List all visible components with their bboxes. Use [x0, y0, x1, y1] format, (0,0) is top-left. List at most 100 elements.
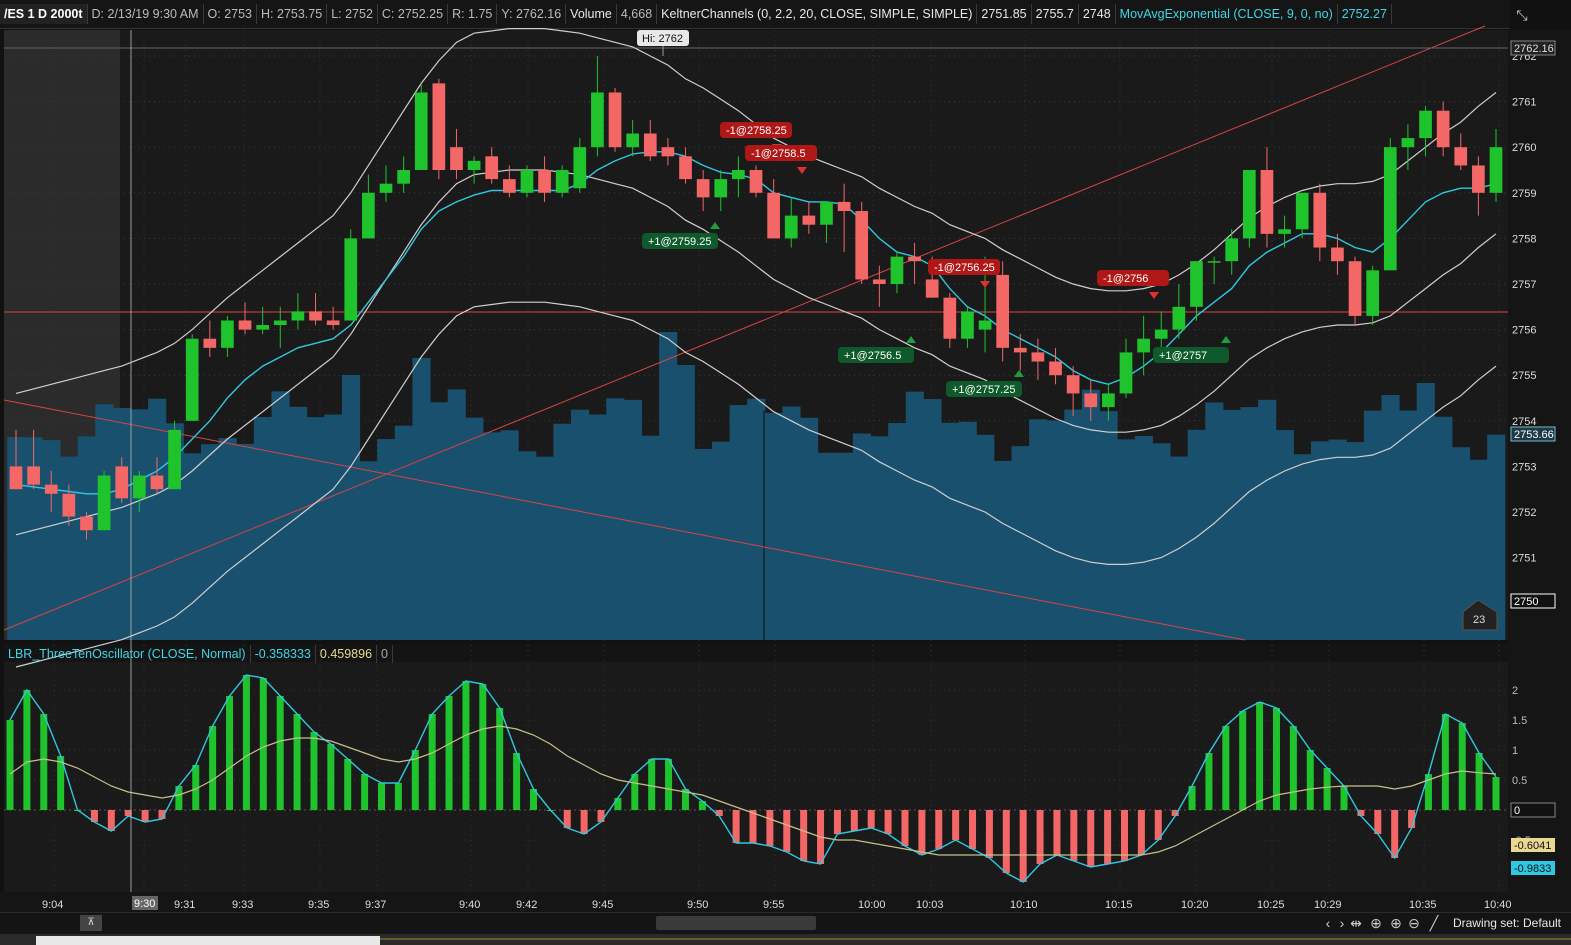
oscillator-axis-tick: 2: [1512, 685, 1518, 697]
candle-body: [397, 170, 410, 184]
volume-bar: [112, 407, 132, 640]
oscillator-bar: [1019, 810, 1027, 882]
volume-bar: [130, 409, 149, 640]
time-axis-label: 9:35: [308, 899, 329, 911]
volume-bar: [377, 439, 396, 640]
price-chart[interactable]: 2762276127602759275827572756275527542753…: [0, 0, 1571, 912]
candle-body: [44, 484, 58, 494]
oscillator-bar: [952, 810, 960, 840]
candle-body: [150, 475, 164, 490]
volume-bar: [676, 365, 695, 640]
candle-body: [802, 215, 816, 225]
oscillator-bar: [23, 690, 31, 810]
price-axis-tick: 2759: [1512, 188, 1536, 200]
scroll-start-button[interactable]: ⊼: [80, 915, 102, 931]
volume-bar: [941, 422, 960, 640]
high-label: Hi: 2762: [642, 33, 683, 45]
buy-order-label: +1@2756.5: [844, 350, 901, 362]
horizontal-scrollbar-thumb[interactable]: [656, 916, 816, 930]
candle-body: [978, 320, 992, 330]
candle-body: [643, 133, 657, 157]
candle-body: [62, 493, 76, 517]
volume-bar: [993, 460, 1012, 640]
volume-bar: [1029, 419, 1048, 640]
volume-bar: [1099, 411, 1118, 640]
candle-body: [679, 156, 692, 180]
candle-body: [1454, 147, 1468, 166]
volume-bar: [201, 444, 220, 640]
candle-body: [1207, 261, 1221, 263]
oscillator-bar: [1306, 750, 1314, 810]
oscillator-bar: [1036, 810, 1044, 864]
candle-body: [291, 311, 305, 321]
sell-order-label: -1@2758.25: [726, 125, 787, 137]
volume-bar: [1293, 454, 1312, 640]
oscillator-bar: [985, 810, 993, 858]
candle-body: [608, 92, 622, 148]
volume-bar: [1222, 409, 1242, 640]
drawing-set-label[interactable]: Drawing set: Default: [1453, 916, 1561, 930]
candle-body: [1084, 393, 1098, 408]
fit-icon[interactable]: ⇹: [1348, 915, 1364, 932]
oscillator-bar: [918, 810, 926, 855]
candle-body: [767, 192, 780, 239]
candle-body: [132, 475, 146, 499]
oscillator-bar: [445, 696, 453, 810]
volume-bar: [1046, 420, 1065, 640]
oscillator-bar: [1205, 753, 1213, 810]
oscillator-bar: [935, 810, 943, 849]
time-axis-label: 9:04: [42, 899, 63, 911]
zoom-in-icon[interactable]: ⊕: [1388, 915, 1404, 932]
volume-bar: [1081, 389, 1101, 640]
footer-tab: [36, 936, 380, 945]
time-axis-label: 10:35: [1409, 899, 1437, 911]
oscillator-bar: [344, 759, 352, 810]
candle-body: [1260, 170, 1274, 234]
time-axis-label: 9:50: [687, 899, 708, 911]
oscillator-value-1: -0.358333: [251, 645, 316, 663]
candle-body: [1137, 338, 1150, 353]
oscillator-bar: [259, 678, 267, 810]
oscillator-bar: [1239, 711, 1247, 810]
candle-body: [1013, 347, 1027, 353]
zoom-out-icon[interactable]: ⊖: [1406, 915, 1422, 932]
candle-body: [943, 297, 957, 339]
candle-body: [626, 133, 640, 148]
oscillator-bar: [1475, 753, 1483, 810]
volume-bar: [359, 461, 378, 640]
time-axis-label: 9:37: [365, 899, 386, 911]
candle-body: [1472, 165, 1485, 193]
chart-bottom-toolbar: ⊼ ‹ › ⇹ ⊕ ⊕ ⊖ ╱ Drawing set: Default: [0, 912, 1571, 935]
oscillator-bar: [1002, 810, 1010, 873]
price-axis-tick: 2761: [1512, 97, 1536, 109]
candle-body: [1348, 261, 1362, 316]
candle-body: [432, 83, 446, 170]
volume-bar: [1152, 443, 1171, 640]
oscillator-bar: [293, 714, 301, 810]
oscillator-study-label[interactable]: LBR_ThreeTenOscillator (CLOSE, Normal): [4, 645, 251, 663]
candle-body: [1031, 352, 1045, 362]
candle-body: [908, 256, 921, 262]
drawing-tool-icon[interactable]: ╱: [1426, 915, 1442, 932]
crosshair-icon[interactable]: ⊕: [1368, 915, 1384, 932]
candle-body: [27, 466, 40, 485]
volume-bar: [888, 423, 907, 640]
volume-bar: [42, 440, 61, 640]
price-axis-tick: 2758: [1512, 233, 1536, 245]
volume-bar: [958, 421, 977, 640]
candle-body: [344, 238, 358, 321]
buy-order-label: +1@2757: [1159, 350, 1207, 362]
oscillator-bar: [648, 759, 656, 810]
oscillator-bar: [394, 783, 402, 810]
price-axis-tick: 2753: [1512, 461, 1536, 473]
volume-bar: [430, 402, 449, 640]
oscillator-bar: [597, 810, 605, 822]
volume-bar: [306, 417, 325, 640]
volume-bar: [659, 332, 678, 640]
candle-body: [1225, 238, 1239, 262]
price-axis-tick: 2757: [1512, 279, 1536, 291]
volume-bar: [482, 432, 502, 640]
candle-body: [661, 147, 675, 157]
volume-bar: [1117, 439, 1136, 640]
time-axis-label: 9:55: [763, 899, 784, 911]
